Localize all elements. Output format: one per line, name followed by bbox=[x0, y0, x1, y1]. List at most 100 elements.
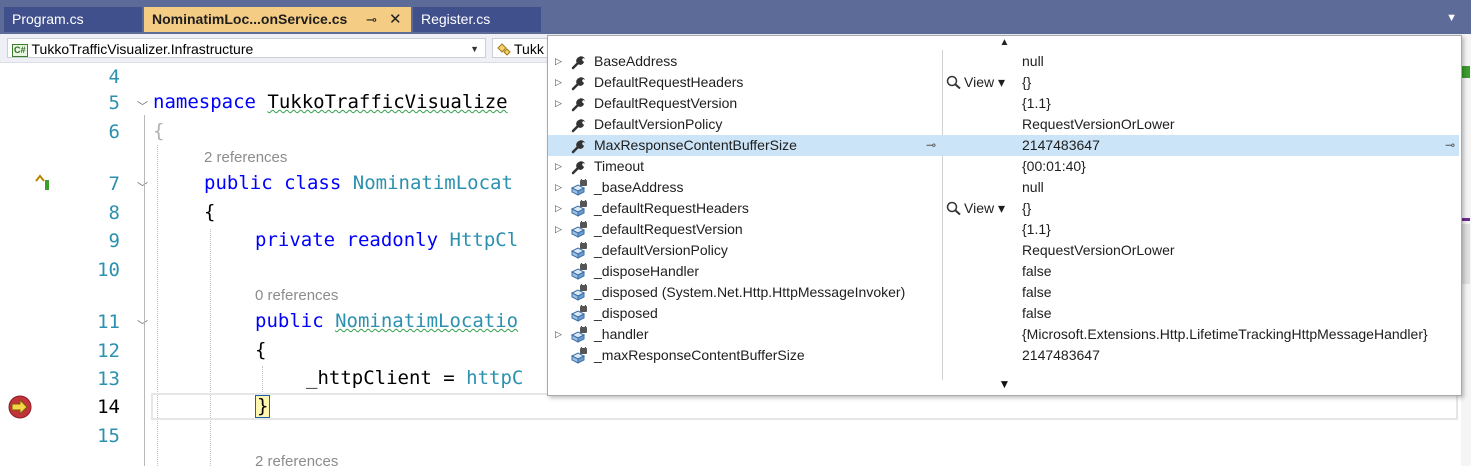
collapse-icon[interactable]: ﹀ bbox=[137, 98, 148, 114]
code-line-8: { bbox=[204, 201, 216, 223]
datatip-member-name: Timeout bbox=[594, 158, 645, 174]
line-number: 5 bbox=[108, 92, 120, 114]
datatip-row[interactable]: ▷ _defaultRequestVersion {1.1} bbox=[548, 219, 1459, 240]
outline-line bbox=[144, 115, 145, 466]
visualizer-view-button[interactable]: View ▾ bbox=[946, 198, 1005, 219]
private-field-icon bbox=[570, 242, 587, 259]
datatip-row[interactable]: _disposeHandler false bbox=[548, 261, 1459, 282]
datatip-member-name: _defaultRequestVersion bbox=[594, 221, 743, 237]
scroll-thumb[interactable] bbox=[1462, 224, 1470, 284]
datatip-member-value[interactable]: RequestVersionOrLower bbox=[1022, 114, 1175, 135]
line-number: 13 bbox=[97, 368, 120, 390]
collapse-icon[interactable]: ﹀ bbox=[137, 179, 148, 195]
caret-marker bbox=[1462, 218, 1470, 221]
codelens-references[interactable]: 2 references bbox=[255, 453, 338, 470]
datatip-row[interactable]: ▷ _baseAddress null bbox=[548, 177, 1459, 198]
datatip-member-value[interactable]: {Microsoft.Extensions.Http.LifetimeTrack… bbox=[1022, 324, 1428, 345]
datatip-member-value[interactable]: RequestVersionOrLower bbox=[1022, 240, 1175, 261]
chevron-down-icon: ▾ bbox=[994, 200, 1006, 216]
datatip-row[interactable]: ▷ DefaultRequestVersion {1.1} bbox=[548, 93, 1459, 114]
datatip-row[interactable]: DefaultVersionPolicy RequestVersionOrLowe… bbox=[548, 114, 1459, 135]
wrench-icon bbox=[571, 77, 585, 91]
datatip-member-value[interactable]: false bbox=[1022, 303, 1052, 324]
datatip-member-value[interactable]: {} bbox=[1022, 198, 1031, 219]
debugger-datatip[interactable]: ▲ ▷ BaseAddress null ▷ DefaultRequestHeaders… bbox=[547, 35, 1462, 396]
expand-arrow-icon[interactable]: ▷ bbox=[555, 72, 562, 93]
datatip-member-value[interactable]: 2147483647 bbox=[1022, 345, 1100, 366]
datatip-member-name: _handler bbox=[594, 326, 649, 342]
datatip-row[interactable]: _defaultVersionPolicy RequestVersionOrLow… bbox=[548, 240, 1459, 261]
wrench-icon bbox=[571, 140, 585, 154]
datatip-row[interactable]: ▷ _defaultRequestHeaders View ▾ {} bbox=[548, 198, 1459, 219]
expand-arrow-icon[interactable]: ▷ bbox=[555, 156, 562, 177]
private-field-icon bbox=[570, 284, 587, 301]
tab-register-cs[interactable]: Register.cs bbox=[413, 7, 541, 32]
pin-tab-icon[interactable]: ⊸ bbox=[366, 7, 377, 32]
implementation-marker-icon[interactable] bbox=[33, 173, 55, 193]
datatip-member-value[interactable]: {1.1} bbox=[1022, 93, 1051, 114]
pin-icon[interactable]: ⊸ bbox=[1445, 135, 1455, 156]
datatip-member-name: MaxResponseContentBufferSize bbox=[594, 137, 797, 153]
codelens-references[interactable]: 2 references bbox=[204, 149, 287, 166]
datatip-row[interactable]: _maxResponseContentBufferSize 2147483647 bbox=[548, 345, 1459, 366]
datatip-member-value[interactable]: {00:01:40} bbox=[1022, 156, 1086, 177]
wrench-icon bbox=[571, 119, 585, 133]
datatip-member-value[interactable]: null bbox=[1022, 177, 1044, 198]
datatip-member-value[interactable]: false bbox=[1022, 261, 1052, 282]
wrench-icon bbox=[571, 98, 585, 112]
datatip-member-name: _defaultVersionPolicy bbox=[594, 242, 728, 258]
chevron-down-icon[interactable]: ▼ bbox=[1446, 12, 1457, 24]
tab-label: NominatimLoc...onService.cs bbox=[152, 11, 348, 27]
datatip-member-value[interactable]: false bbox=[1022, 282, 1052, 303]
chevron-down-icon: ▼ bbox=[470, 44, 479, 54]
datatip-row[interactable]: ▷ _handler {Microsoft.Extensions.Http.Life… bbox=[548, 324, 1459, 345]
pin-icon[interactable]: ⊸ bbox=[926, 135, 936, 156]
codelens-references[interactable]: 0 references bbox=[255, 287, 338, 304]
datatip-row[interactable]: _disposed (System.Net.Http.HttpMessageIn… bbox=[548, 282, 1459, 303]
line-number: 12 bbox=[97, 340, 120, 362]
line-number: 9 bbox=[108, 230, 120, 252]
private-field-icon bbox=[570, 347, 587, 364]
line-number: 6 bbox=[108, 121, 120, 143]
structure-guide bbox=[210, 229, 211, 466]
vertical-scrollbar[interactable] bbox=[1461, 34, 1471, 466]
datatip-row[interactable]: MaxResponseContentBufferSize ⊸ ⊸ 2147483647 bbox=[548, 135, 1459, 156]
code-line-5: namespace TukkoTrafficVisualize bbox=[153, 91, 508, 113]
collapse-icon[interactable]: ﹀ bbox=[137, 317, 148, 333]
private-field-icon bbox=[570, 179, 587, 196]
datatip-member-name: DefaultRequestHeaders bbox=[594, 74, 744, 90]
project-combo[interactable]: C# TukkoTrafficVisualizer.Infrastructure … bbox=[7, 38, 486, 58]
scroll-down-icon[interactable]: ▼ bbox=[548, 376, 1461, 392]
type-combo[interactable]: Tukk bbox=[492, 38, 552, 58]
expand-arrow-icon[interactable]: ▷ bbox=[555, 324, 562, 345]
code-line-9: private readonly HttpCl bbox=[255, 229, 519, 251]
expand-arrow-icon[interactable]: ▷ bbox=[555, 198, 562, 219]
type-name: Tukk bbox=[514, 41, 544, 57]
expand-arrow-icon[interactable]: ▷ bbox=[555, 219, 562, 240]
datatip-row[interactable]: ▷ BaseAddress null bbox=[548, 51, 1459, 72]
private-field-icon bbox=[570, 200, 587, 217]
datatip-member-value[interactable]: null bbox=[1022, 51, 1044, 72]
expand-arrow-icon[interactable]: ▷ bbox=[555, 177, 562, 198]
visualizer-view-button[interactable]: View ▾ bbox=[946, 72, 1005, 93]
datatip-member-value[interactable]: {1.1} bbox=[1022, 219, 1051, 240]
datatip-member-value[interactable]: 2147483647 bbox=[1022, 135, 1100, 156]
tab-program-cs[interactable]: Program.cs bbox=[4, 7, 142, 32]
private-field-icon bbox=[570, 221, 587, 238]
expand-arrow-icon[interactable]: ▷ bbox=[555, 51, 562, 72]
tab-label: Program.cs bbox=[12, 11, 84, 27]
datatip-row[interactable]: _disposed false bbox=[548, 303, 1459, 324]
tab-nominatim-location-service[interactable]: NominatimLoc...onService.cs ⊸ ✕ bbox=[144, 7, 411, 32]
datatip-member-value[interactable]: {} bbox=[1022, 72, 1031, 93]
private-field-icon bbox=[570, 263, 587, 280]
scroll-up-icon[interactable]: ▲ bbox=[548, 36, 1461, 50]
datatip-member-name: _baseAddress bbox=[594, 179, 684, 195]
expand-arrow-icon[interactable]: ▷ bbox=[555, 93, 562, 114]
close-tab-icon[interactable]: ✕ bbox=[389, 7, 402, 32]
datatip-row[interactable]: ▷ DefaultRequestHeaders View ▾ {} bbox=[548, 72, 1459, 93]
datatip-row[interactable]: ▷ Timeout {00:01:40} bbox=[548, 156, 1459, 177]
breakpoint-current-line-icon[interactable] bbox=[7, 395, 33, 419]
tab-label: Register.cs bbox=[421, 11, 491, 27]
datatip-member-name: DefaultVersionPolicy bbox=[594, 116, 723, 132]
wrench-icon bbox=[571, 161, 585, 175]
